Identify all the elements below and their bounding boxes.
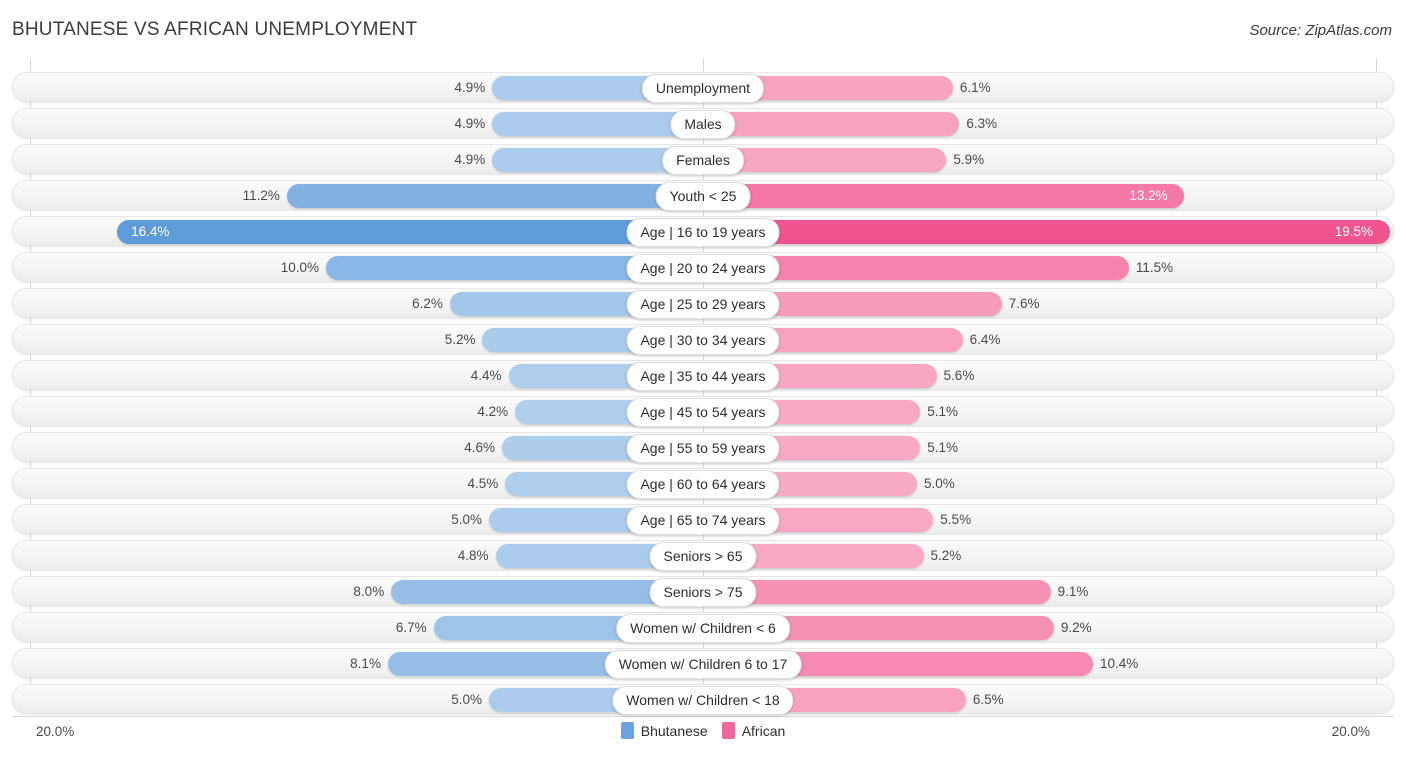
table-row[interactable]: 5.0% 6.5% Women w/ Children < 18 — [12, 684, 1394, 715]
value-label-african: 6.1% — [959, 80, 991, 95]
bar-bhutanese[interactable] — [117, 220, 702, 244]
table-row[interactable]: 6.2% 7.6% Age | 25 to 29 years — [12, 288, 1394, 319]
value-label-bhutanese: 4.9% — [454, 116, 486, 131]
value-label-african: 11.5% — [1135, 260, 1174, 275]
category-label[interactable]: Women w/ Children < 6 — [616, 614, 790, 643]
axis-baseline — [12, 716, 1394, 717]
legend-label-african: African — [741, 722, 786, 739]
table-row[interactable]: 4.9% 5.9% Females — [12, 144, 1394, 175]
table-row[interactable]: 4.2% 5.1% Age | 45 to 54 years — [12, 396, 1394, 427]
table-row[interactable]: 4.9% 6.1% Unemployment — [12, 72, 1394, 103]
category-label[interactable]: Seniors > 75 — [649, 578, 757, 607]
value-label-bhutanese: 4.4% — [470, 368, 502, 383]
table-row[interactable]: 4.5% 5.0% Age | 60 to 64 years — [12, 468, 1394, 499]
value-label-bhutanese: 6.2% — [412, 296, 443, 311]
table-row[interactable]: 8.1% 10.4% Women w/ Children 6 to 17 — [12, 648, 1394, 679]
source-attribution: Source: ZipAtlas.com — [1249, 22, 1392, 39]
category-label[interactable]: Age | 60 to 64 years — [626, 470, 780, 499]
table-row[interactable]: 8.0% 9.1% Seniors > 75 — [12, 576, 1394, 607]
value-label-bhutanese: 4.9% — [454, 152, 486, 167]
value-label-african: 13.2% — [1129, 188, 1168, 203]
bar-african[interactable] — [704, 184, 1185, 208]
value-label-bhutanese: 5.0% — [451, 692, 482, 707]
category-label[interactable]: Age | 20 to 24 years — [626, 254, 780, 283]
legend-swatch-bhutanese — [620, 722, 634, 739]
chart-legend: Bhutanese African — [0, 722, 1406, 739]
value-label-african: 19.5% — [1334, 224, 1373, 239]
value-label-african: 10.4% — [1100, 656, 1139, 671]
table-row[interactable]: 4.8% 5.2% Seniors > 65 — [12, 540, 1394, 571]
category-label[interactable]: Females — [662, 146, 744, 175]
table-row[interactable]: 4.4% 5.6% Age | 35 to 44 years — [12, 360, 1394, 391]
page-title: BHUTANESE VS AFRICAN UNEMPLOYMENT — [12, 19, 418, 40]
table-row[interactable]: 4.9% 6.3% Males — [12, 108, 1394, 139]
category-label[interactable]: Age | 35 to 44 years — [626, 362, 780, 391]
value-label-bhutanese: 4.6% — [464, 440, 496, 455]
value-label-african: 5.2% — [930, 548, 962, 563]
category-label[interactable]: Seniors > 65 — [649, 542, 757, 571]
table-row[interactable]: 4.6% 5.1% Age | 55 to 59 years — [12, 432, 1394, 463]
diverging-bar-chart: 4.9% 6.1% Unemployment 4.9% 6.3% Males 4.9% 5.9… — [0, 58, 1406, 718]
category-label[interactable]: Age | 25 to 29 years — [626, 290, 780, 319]
category-label[interactable]: Males — [670, 110, 736, 139]
value-label-african: 5.1% — [927, 440, 959, 455]
value-label-bhutanese: 5.2% — [444, 332, 476, 347]
category-label[interactable]: Unemployment — [641, 74, 765, 103]
value-label-bhutanese: 4.5% — [467, 476, 499, 491]
value-label-bhutanese: 4.2% — [477, 404, 509, 419]
value-label-african: 9.1% — [1057, 584, 1089, 599]
value-label-african: 5.5% — [940, 512, 972, 527]
category-label[interactable]: Age | 45 to 54 years — [626, 398, 780, 427]
category-label[interactable]: Age | 55 to 59 years — [626, 434, 780, 463]
value-label-african: 6.3% — [966, 116, 998, 131]
value-label-african: 6.5% — [972, 692, 1004, 707]
table-row[interactable]: 5.2% 6.4% Age | 30 to 34 years — [12, 324, 1394, 355]
table-row[interactable]: 10.0% 11.5% Age | 20 to 24 years — [12, 252, 1394, 283]
value-label-african: 6.4% — [969, 332, 1001, 347]
value-label-african: 5.6% — [943, 368, 975, 383]
value-label-bhutanese: 8.1% — [350, 656, 381, 671]
bar-bhutanese[interactable] — [286, 184, 702, 208]
value-label-bhutanese: 4.9% — [454, 80, 486, 95]
value-label-bhutanese: 10.0% — [280, 260, 319, 275]
category-label[interactable]: Youth < 25 — [655, 182, 751, 211]
category-label[interactable]: Age | 16 to 19 years — [626, 218, 780, 247]
legend-item-african[interactable]: African — [721, 722, 786, 739]
legend-swatch-african — [721, 722, 735, 739]
bar-african[interactable] — [704, 220, 1390, 244]
value-label-bhutanese: 16.4% — [131, 224, 170, 239]
value-label-african: 5.9% — [953, 152, 985, 167]
value-label-african: 5.1% — [927, 404, 959, 419]
category-label[interactable]: Age | 65 to 74 years — [626, 506, 780, 535]
value-label-bhutanese: 11.2% — [242, 188, 280, 203]
value-label-bhutanese: 5.0% — [451, 512, 482, 527]
value-label-african: 9.2% — [1060, 620, 1092, 635]
value-label-bhutanese: 8.0% — [353, 584, 385, 599]
value-label-bhutanese: 6.7% — [395, 620, 427, 635]
legend-label-bhutanese: Bhutanese — [640, 722, 708, 739]
value-label-african: 5.0% — [924, 476, 955, 491]
category-label[interactable]: Women w/ Children 6 to 17 — [604, 650, 802, 679]
bar-african[interactable] — [704, 112, 960, 136]
table-row[interactable]: 6.7% 9.2% Women w/ Children < 6 — [12, 612, 1394, 643]
value-label-african: 7.6% — [1008, 296, 1040, 311]
legend-item-bhutanese[interactable]: Bhutanese — [620, 722, 708, 739]
value-label-bhutanese: 4.8% — [457, 548, 489, 563]
category-label[interactable]: Age | 30 to 34 years — [626, 326, 780, 355]
table-row[interactable]: 11.2% 13.2% Youth < 25 — [12, 180, 1394, 211]
table-row[interactable]: 16.4% 19.5% Age | 16 to 19 years — [12, 216, 1394, 247]
table-row[interactable]: 5.0% 5.5% Age | 65 to 74 years — [12, 504, 1394, 535]
category-label[interactable]: Women w/ Children < 18 — [612, 686, 794, 715]
